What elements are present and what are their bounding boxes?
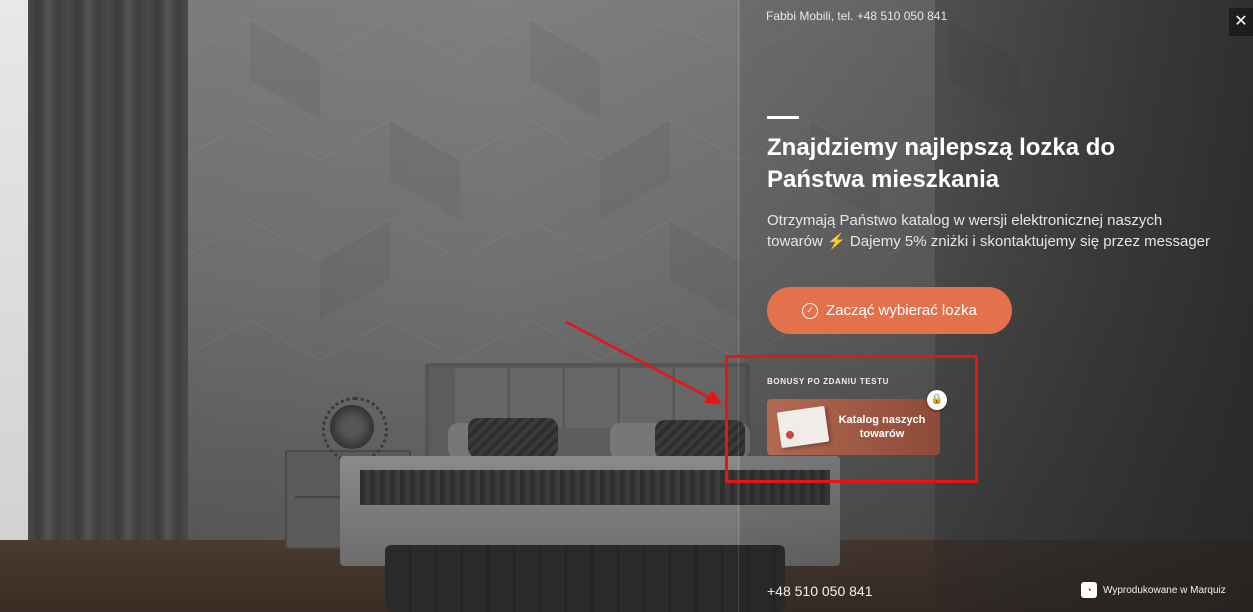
annotation-arrow: [565, 320, 722, 404]
bonus-card-catalog[interactable]: Katalog naszych towarów: [767, 399, 940, 455]
footer-phone[interactable]: +48 510 050 841: [767, 583, 873, 599]
window: [0, 0, 28, 612]
page-subtitle: Otrzymają Państwo katalog w wersji elekt…: [767, 210, 1217, 252]
start-quiz-label: Zacząć wybierać lozka: [826, 302, 977, 319]
bed-bench: [385, 545, 785, 612]
lightning-icon: ⚡: [827, 233, 846, 250]
page-title: Znajdziemy najlepszą lozka do Państwa mi…: [767, 134, 1116, 193]
subtitle-text-2: Dajemy 5% zniżki i skontaktujemy się prz…: [849, 233, 1211, 250]
close-icon: ✕: [1234, 13, 1248, 30]
catalog-thumbnail: [776, 405, 830, 449]
marquiz-logo-icon: ◔: [1081, 582, 1097, 598]
accent-bar: [767, 116, 799, 119]
check-circle-icon: ✓: [802, 302, 819, 319]
curtain: [28, 0, 188, 612]
divider-line: [738, 0, 739, 612]
decorative-ornament: [322, 397, 388, 463]
bonuses-label: BONUSY PO ZDANIU TESTU: [767, 377, 889, 386]
knit-pillow: [468, 418, 558, 458]
brand-contact: Fabbi Mobili, tel. +48 510 050 841: [766, 9, 948, 23]
marquiz-label: Wyprodukowane w Marquiz: [1103, 584, 1226, 596]
bonus-card-title: Katalog naszych towarów: [838, 414, 926, 440]
marquiz-link[interactable]: ◔ Wyprodukowane w Marquiz: [1081, 582, 1226, 598]
close-button[interactable]: ✕: [1229, 8, 1253, 36]
background-scene: [0, 0, 1253, 612]
start-quiz-button[interactable]: ✓ Zacząć wybierać lozka: [767, 287, 1012, 334]
lock-icon: 🔒: [927, 390, 947, 410]
